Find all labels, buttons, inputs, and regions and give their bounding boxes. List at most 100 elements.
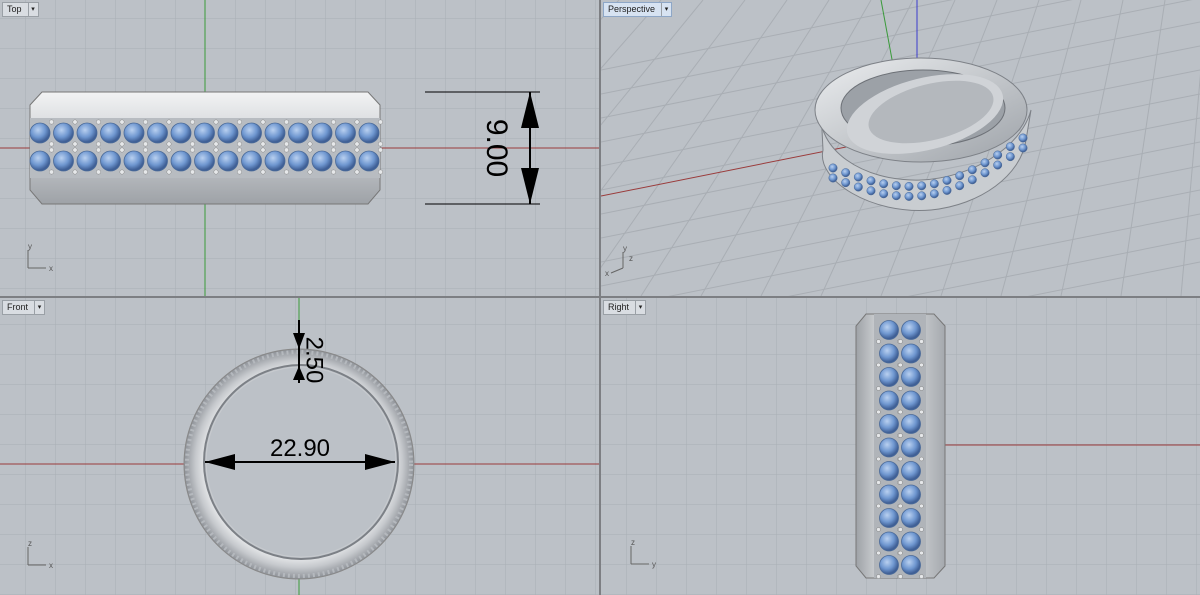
- gemstone: [879, 320, 899, 340]
- ring-perspective-view[interactable]: [814, 57, 1032, 211]
- chevron-down-icon[interactable]: ▾: [34, 301, 44, 314]
- viewport-title[interactable]: Top: [3, 3, 28, 16]
- ring-top-view[interactable]: [29, 91, 383, 205]
- viewport-tab-front[interactable]: Front ▾: [2, 300, 46, 315]
- gemstone: [1005, 152, 1015, 162]
- viewport-top[interactable]: Top ▾ 9.00 y x: [0, 0, 599, 296]
- gemstone: [942, 175, 952, 185]
- gemstone: [194, 150, 215, 172]
- gemstone: [76, 150, 98, 172]
- viewport-title[interactable]: Right: [604, 301, 635, 314]
- svg-text:y: y: [652, 560, 656, 569]
- gemstone: [879, 390, 899, 411]
- gemstone: [901, 508, 921, 528]
- gemstone: [901, 390, 921, 411]
- gemstone: [866, 186, 876, 196]
- gemstone: [288, 150, 309, 172]
- gemstone: [993, 150, 1003, 160]
- gemstone: [866, 176, 876, 186]
- gemstone: [904, 181, 914, 191]
- svg-text:z: z: [629, 254, 633, 263]
- gemstone: [904, 191, 914, 201]
- chevron-down-icon[interactable]: ▾: [27, 3, 38, 16]
- gemstone: [358, 122, 380, 144]
- gemstone: [170, 150, 192, 172]
- svg-text:x: x: [49, 561, 53, 570]
- gemstone: [901, 484, 921, 505]
- gemstone: [955, 171, 965, 181]
- chevron-down-icon[interactable]: ▾: [661, 3, 671, 16]
- viewport-right[interactable]: Right ▾ z y: [601, 298, 1200, 595]
- front-view-canvas[interactable]: 2.50 22.90 z x: [0, 298, 599, 595]
- gemstone: [264, 150, 286, 172]
- gemstone: [967, 175, 977, 185]
- ring-right-view[interactable]: [855, 313, 946, 579]
- gemstone: [879, 343, 899, 364]
- gemstone: [891, 191, 901, 201]
- gemstone: [335, 150, 356, 172]
- svg-text:x: x: [605, 269, 609, 278]
- gemstone: [955, 181, 965, 191]
- gemstone: [879, 189, 889, 199]
- gemstone: [76, 122, 98, 144]
- viewport-perspective[interactable]: Perspective ▾ y z x: [601, 0, 1200, 296]
- gemstone: [1018, 133, 1028, 143]
- gemstone: [288, 122, 309, 144]
- gemstone: [123, 150, 145, 172]
- gemstone: [980, 168, 990, 178]
- gemstone: [358, 150, 380, 172]
- gemstone: [917, 191, 927, 201]
- svg-text:y: y: [623, 244, 627, 253]
- gemstone: [901, 343, 921, 364]
- gemstone: [942, 185, 952, 195]
- gemstone: [123, 122, 145, 144]
- top-view-canvas[interactable]: 9.00 y x: [0, 0, 599, 296]
- viewport-tab-top[interactable]: Top ▾: [2, 2, 39, 17]
- gemstone: [241, 150, 262, 172]
- gemstone: [879, 508, 899, 528]
- gemstone: [901, 437, 921, 458]
- gemstone: [29, 122, 51, 144]
- svg-text:y: y: [28, 242, 32, 251]
- gemstone: [901, 320, 921, 340]
- gemstone: [147, 122, 168, 144]
- gemstone: [311, 150, 333, 172]
- gemstone: [879, 179, 889, 189]
- gemstone: [828, 163, 838, 173]
- gemstone: [217, 122, 239, 144]
- gemstone: [891, 181, 901, 191]
- gemstone: [264, 122, 286, 144]
- gemstone: [853, 172, 863, 182]
- chevron-down-icon[interactable]: ▾: [635, 301, 645, 314]
- viewport-title[interactable]: Perspective: [604, 3, 661, 16]
- gemstone: [993, 160, 1003, 170]
- gemstone: [241, 122, 262, 144]
- viewport-title[interactable]: Front: [3, 301, 34, 314]
- gemstone: [841, 168, 851, 178]
- gemstone: [980, 158, 990, 168]
- gemstone: [1005, 142, 1015, 152]
- perspective-view-canvas[interactable]: y z x: [601, 0, 1200, 296]
- gemstone: [879, 555, 899, 575]
- gemstone: [194, 122, 215, 144]
- right-view-canvas[interactable]: z y: [601, 298, 1200, 595]
- axis-indicator: y z x: [605, 244, 633, 278]
- viewport-tab-right[interactable]: Right ▾: [603, 300, 647, 315]
- viewport-front[interactable]: Front ▾ 2.50 22.90 z x: [0, 298, 599, 595]
- viewport-tab-perspective[interactable]: Perspective ▾: [603, 2, 673, 17]
- gemstone: [100, 150, 121, 172]
- gemstone: [828, 173, 838, 183]
- gemstone: [879, 437, 899, 458]
- gemstone: [217, 150, 239, 172]
- gemstone: [147, 150, 168, 172]
- gemstone: [311, 122, 333, 144]
- gemstone: [917, 181, 927, 191]
- gemstone: [1018, 143, 1028, 153]
- gemstone: [929, 189, 939, 199]
- gemstone: [879, 461, 899, 481]
- gemstone: [901, 414, 921, 434]
- gemstone: [879, 531, 899, 552]
- gemstone: [901, 555, 921, 575]
- gemstone: [53, 150, 74, 172]
- gemstone: [901, 531, 921, 552]
